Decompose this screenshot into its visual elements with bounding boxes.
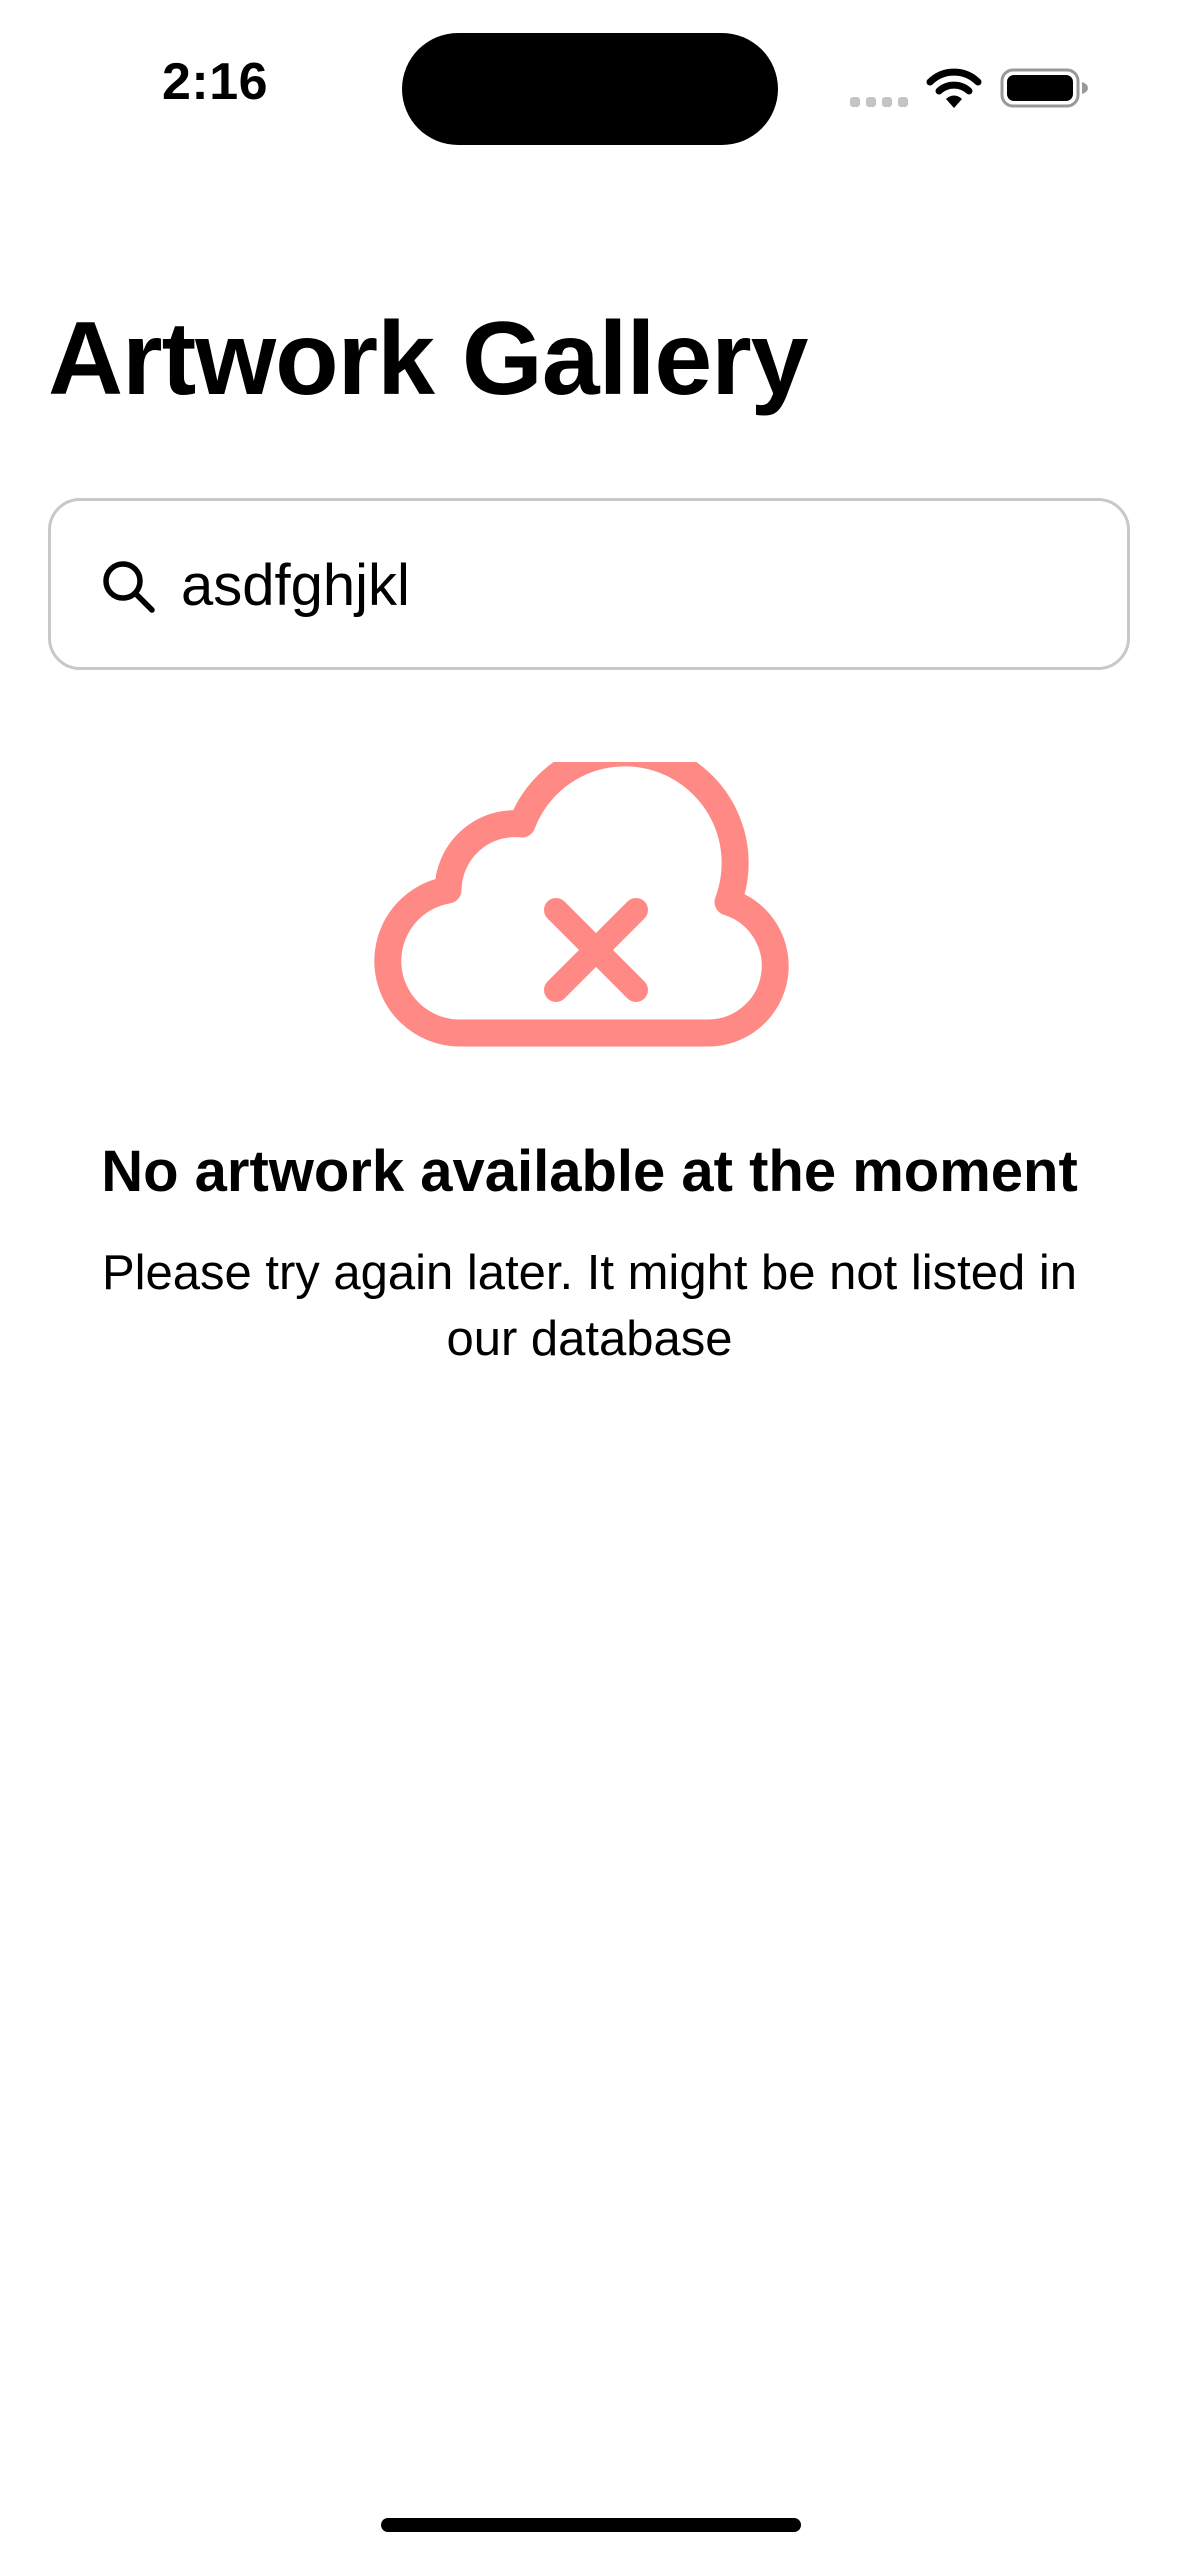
status-bar: 2:16 xyxy=(0,0,1179,160)
empty-state-heading: No artwork available at the moment xyxy=(101,1139,1078,1204)
wifi-icon xyxy=(926,68,982,108)
cellular-signal-icon xyxy=(850,97,910,107)
dynamic-island xyxy=(402,33,778,145)
empty-state-message: Please try again later. It might be not … xyxy=(101,1246,1078,1366)
search-input[interactable] xyxy=(181,537,1081,633)
status-time: 2:16 xyxy=(161,53,269,111)
search-icon xyxy=(103,561,155,613)
search-bar[interactable] xyxy=(48,498,1130,670)
home-indicator[interactable] xyxy=(381,2518,801,2532)
page-title: Artwork Gallery xyxy=(48,301,809,417)
battery-icon xyxy=(1000,68,1088,108)
cloud-error-icon xyxy=(374,762,789,1047)
